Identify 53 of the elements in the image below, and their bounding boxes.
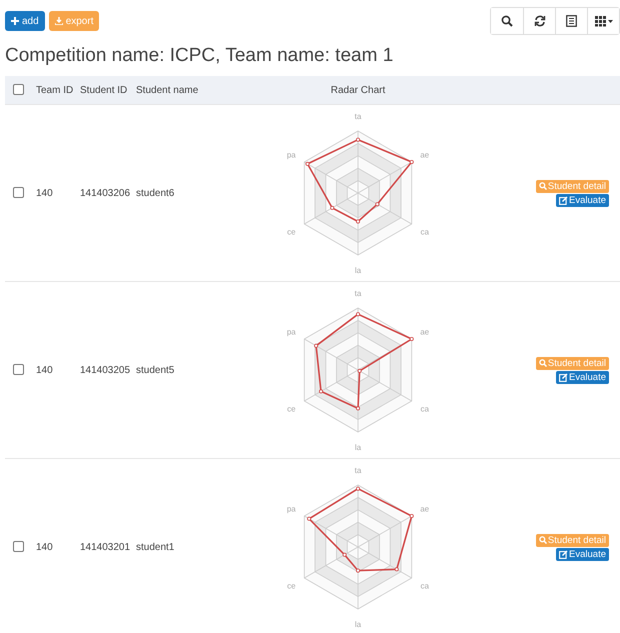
search-icon [538,182,547,190]
axis-label: la [354,266,362,275]
axis-label: ae [420,328,430,336]
column-header: Radar Chart [330,84,386,96]
student-name-cell: student5 [136,364,174,376]
team-id-cell: 140 [36,188,53,198]
axis-label: pa [286,328,296,336]
team-id-cell: 140 [36,542,53,552]
student-id-cell: 141403206 [80,188,130,198]
add-button[interactable]: add [5,11,45,31]
edit-icon [559,372,568,382]
column-header: Team ID [36,84,74,96]
axis-label: ta [354,112,362,121]
column-header: Student name [136,84,198,96]
axis-label: pa [286,150,296,160]
evaluate-button[interactable]: Evaluate [556,194,609,206]
select-all-checkbox[interactable] [13,84,24,96]
axis-label: ta [354,289,362,298]
axis-label: ae [420,504,430,514]
list-icon [566,15,577,27]
search-icon [501,15,513,27]
axis-label: ce [287,582,296,590]
row-checkbox[interactable] [13,541,24,552]
evaluate-button[interactable]: Evaluate [556,370,609,384]
axis-label: ae [420,150,430,160]
axis-label: pa [286,504,296,514]
axis-label: ca [420,582,429,590]
axis-label: ta [354,466,362,475]
student-name-cell: student1 [136,542,174,552]
axis-label: la [354,620,362,629]
download-icon [54,17,63,25]
columns-button[interactable] [587,8,619,34]
column-header: Student ID [80,84,128,96]
axis-label: ce [287,404,296,414]
row-checkbox[interactable] [13,187,24,198]
student-id-cell: 141403205 [80,364,130,376]
search-icon [538,536,547,544]
plus-icon [11,17,19,25]
evaluate-button[interactable]: Evaluate [556,548,609,560]
edit-icon [559,196,568,204]
row-checkbox[interactable] [13,364,24,376]
axis-label: ca [420,228,429,236]
axis-label: ce [287,228,296,236]
axis-label: la [354,443,362,452]
student-name-cell: student6 [136,188,174,198]
search-icon [538,359,547,367]
page-heading: Competition name: ICPC, Team name: team 1 [5,45,394,67]
team-id-cell: 140 [36,364,53,376]
grid-icon [594,15,612,27]
refresh-icon [534,15,546,27]
edit-icon [559,550,568,558]
axis-label: ca [420,404,429,414]
student-id-cell: 141403201 [80,542,130,552]
